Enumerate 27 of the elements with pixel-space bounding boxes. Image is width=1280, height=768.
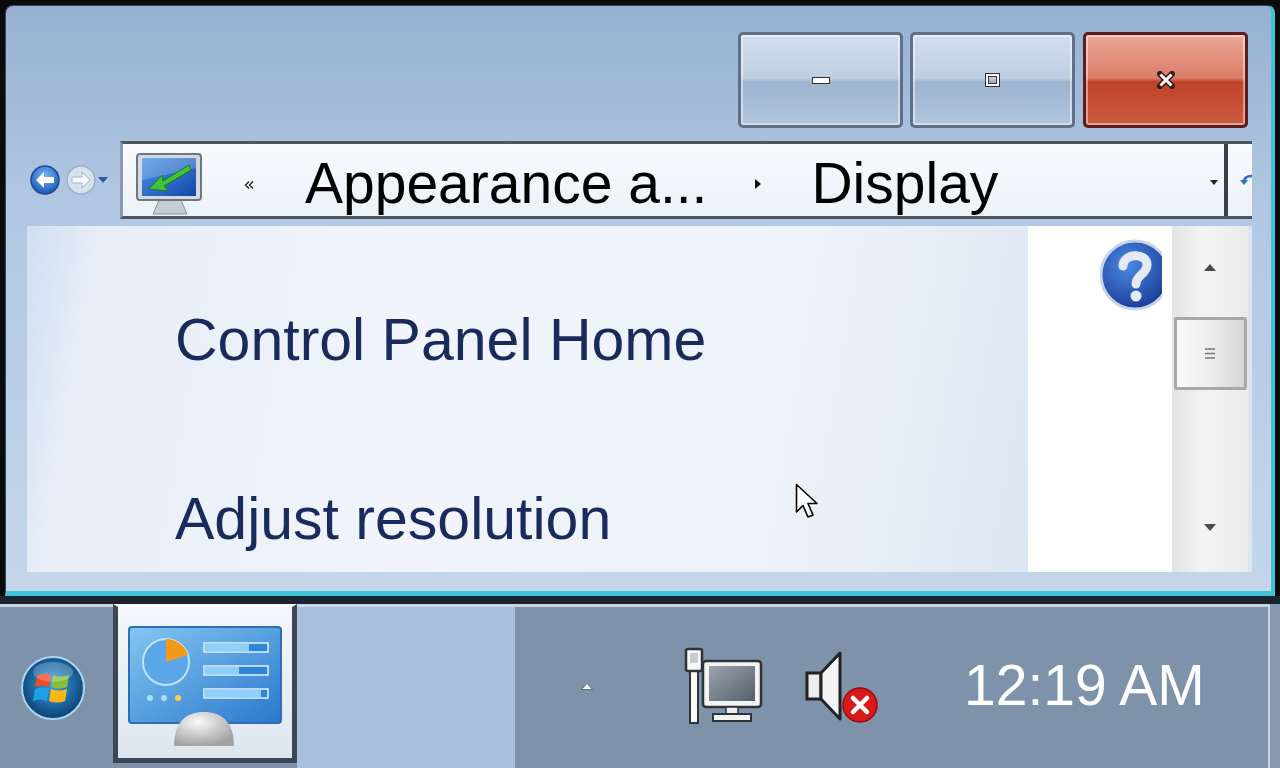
address-bar[interactable]: Appearance a... Display <box>120 141 1252 219</box>
minimize-button[interactable] <box>738 32 903 128</box>
nav-link[interactable]: Adjust resolution <box>175 486 612 553</box>
close-button[interactable] <box>1083 32 1248 128</box>
monitor-icon <box>135 152 205 216</box>
nav-link[interactable]: Control Panel Home <box>175 307 707 374</box>
up-arrow-icon[interactable] <box>581 682 593 690</box>
grip-icon <box>1205 348 1215 359</box>
maximize-icon <box>986 74 999 86</box>
flag-orb-icon[interactable] <box>19 655 86 721</box>
minimize-icon <box>811 76 830 84</box>
maximize-button[interactable] <box>910 32 1075 128</box>
breadcrumb[interactable]: Appearance a... <box>305 152 708 216</box>
pointer-cursor-icon <box>795 483 821 519</box>
breadcrumb-separator-icon[interactable] <box>755 179 762 189</box>
double-chevron-icon[interactable] <box>244 181 254 189</box>
scrollbar-track[interactable] <box>1172 226 1248 572</box>
taskbar-app-button[interactable] <box>113 604 297 763</box>
scroll-down-arrow-icon[interactable] <box>1204 524 1216 531</box>
help-icon[interactable] <box>1100 237 1162 313</box>
breadcrumb[interactable]: Display <box>811 152 999 216</box>
close-icon <box>1156 71 1175 89</box>
monitor-plug-icon[interactable] <box>683 647 763 725</box>
scroll-up-arrow-icon[interactable] <box>1204 264 1216 271</box>
dashboard-monitor-icon <box>128 625 282 748</box>
caret-icon[interactable] <box>1210 179 1218 185</box>
scrollbar-thumb[interactable] <box>1173 317 1247 390</box>
